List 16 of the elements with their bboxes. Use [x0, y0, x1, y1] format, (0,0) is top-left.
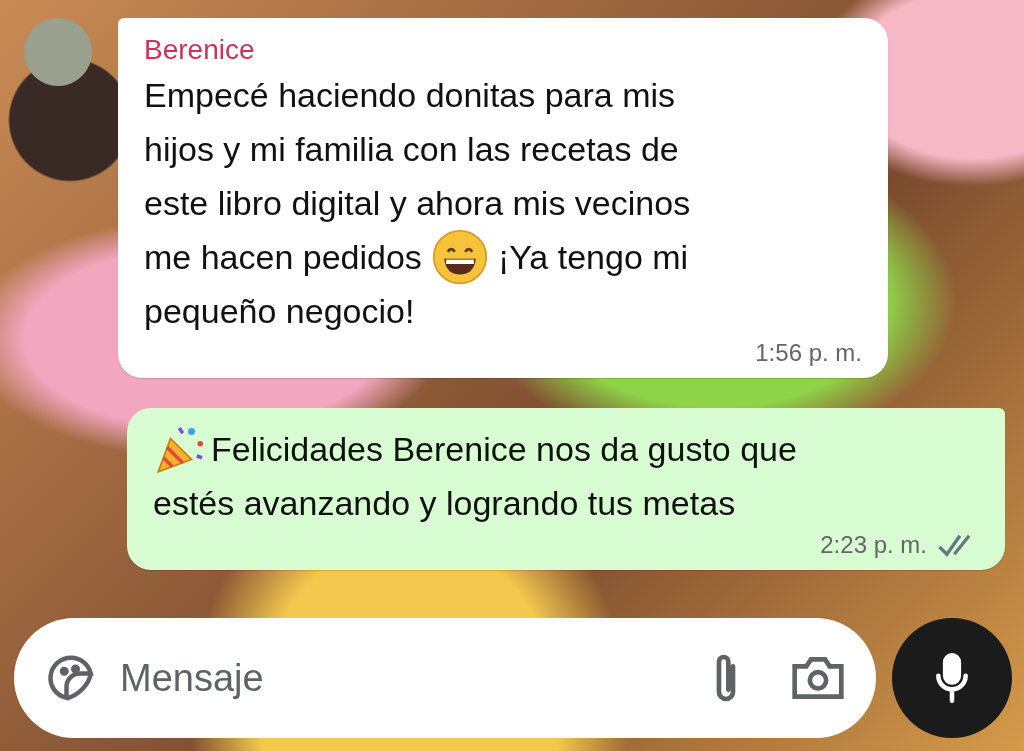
message-text: pequeño negocio!	[144, 291, 415, 332]
message-text: ¡Ya tengo mi	[497, 237, 689, 278]
sender-name: Berenice	[144, 33, 256, 67]
message-text: me hacen pedidos	[144, 237, 422, 278]
message-text: Empecé haciendo donitas para mis	[144, 75, 676, 116]
message-text: estés avanzando y logrando tus metas	[153, 483, 736, 524]
message-time: 2:23 p. m.	[820, 530, 927, 560]
message-text: Felicidades Berenice nos da gusto que	[211, 429, 797, 470]
message-field[interactable]: Mensaje	[14, 618, 876, 738]
message-time: 1:56 p. m.	[755, 338, 862, 368]
microphone-icon	[935, 653, 969, 703]
grinning-face-icon	[431, 229, 488, 285]
message-text: hijos y mi familia con las recetas de	[144, 129, 679, 170]
message-input[interactable]: Mensaje	[118, 648, 686, 708]
camera-icon[interactable]	[790, 654, 846, 702]
message-text: este libro digital y ahora mis vecinos	[144, 183, 691, 224]
